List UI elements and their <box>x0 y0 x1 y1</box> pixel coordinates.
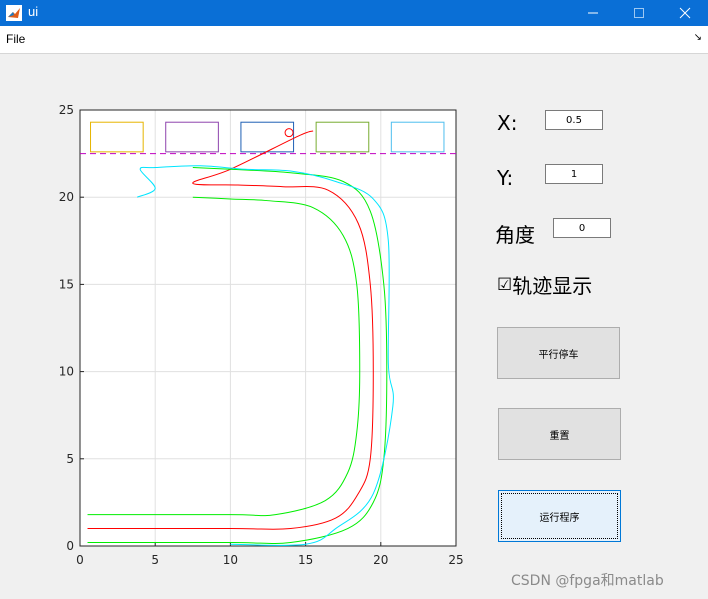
y-tick-label-5: 25 <box>59 103 74 117</box>
plot-area <box>80 110 456 546</box>
watermark: CSDN @fpga和matlab <box>511 573 664 589</box>
reset-button[interactable]: 重置 <box>498 408 621 460</box>
x-tick-label-2: 10 <box>223 553 238 567</box>
y-tick-label-0: 0 <box>66 539 74 553</box>
angle-label: 角度 <box>495 223 535 247</box>
parallel-parking-button[interactable]: 平行停车 <box>497 327 620 379</box>
y-tick-label-2: 10 <box>59 365 74 379</box>
x-tick-label-0: 0 <box>76 553 84 567</box>
x-label: X: <box>497 111 518 135</box>
parallel-parking-button-label: 平行停车 <box>538 349 579 361</box>
angle-input[interactable]: 0 <box>553 218 611 238</box>
x-tick-label-4: 20 <box>373 553 388 567</box>
y-tick-label-4: 20 <box>59 190 74 204</box>
trajectory-label: 轨迹显示 <box>512 274 593 298</box>
reset-button-label: 重置 <box>549 430 570 442</box>
y-label: Y: <box>497 166 514 190</box>
run-program-button[interactable]: 运行程序 <box>498 490 621 542</box>
y-input[interactable]: 1 <box>545 164 603 184</box>
x-tick-label-3: 15 <box>298 553 313 567</box>
y-tick-label-3: 15 <box>59 277 74 291</box>
y-tick-label-1: 5 <box>66 452 74 466</box>
x-tick-label-1: 5 <box>151 553 159 567</box>
x-tick-label-5: 25 <box>448 553 463 567</box>
trajectory-checkbox-row[interactable]: ☑ 轨迹显示 <box>497 270 592 299</box>
x-input[interactable]: 0.5 <box>545 110 603 130</box>
run-program-button-label: 运行程序 <box>539 512 580 524</box>
trajectory-checkbox[interactable]: ☑ <box>497 275 512 295</box>
